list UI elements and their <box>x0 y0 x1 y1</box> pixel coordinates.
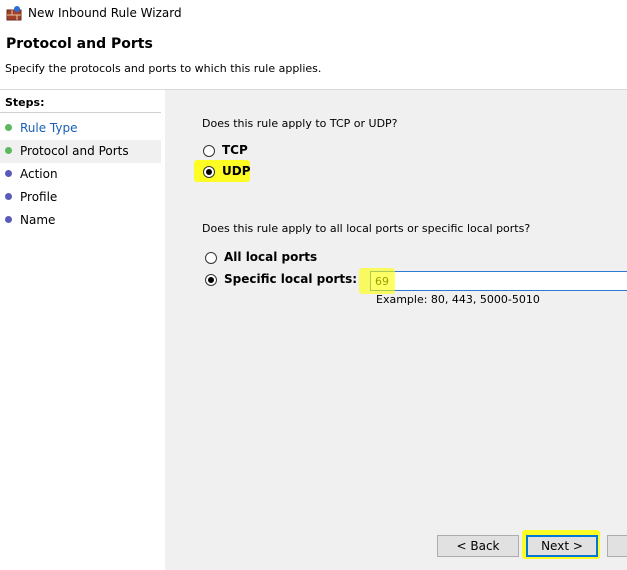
window-title: New Inbound Rule Wizard <box>28 6 182 20</box>
title-bar: New Inbound Rule Wizard <box>0 0 627 27</box>
step-label: Rule Type <box>20 121 78 135</box>
all-local-ports-option[interactable]: All local ports <box>205 250 365 270</box>
protocol-question: Does this rule apply to TCP or UDP? <box>202 117 398 130</box>
steps-heading: Steps: <box>5 96 45 109</box>
ports-example: Example: 80, 443, 5000-5010 <box>376 293 540 306</box>
step-pending-icon <box>5 193 12 200</box>
udp-radio[interactable] <box>203 166 215 178</box>
step-rule-type[interactable]: Rule Type <box>0 117 161 140</box>
firewall-icon <box>6 6 22 21</box>
step-label: Profile <box>20 190 58 204</box>
step-name: Name <box>0 209 161 232</box>
step-label: Protocol and Ports <box>20 144 129 158</box>
local-ports-input[interactable] <box>370 271 627 291</box>
all-local-ports-radio[interactable] <box>205 252 217 264</box>
next-button[interactable]: Next > <box>526 535 598 557</box>
step-current-icon <box>5 147 12 154</box>
step-pending-icon <box>5 170 12 177</box>
steps-divider <box>0 112 161 113</box>
tcp-label: TCP <box>222 143 248 157</box>
specific-local-ports-radio[interactable] <box>205 274 217 286</box>
step-action: Action <box>0 163 161 186</box>
step-done-icon <box>5 124 12 131</box>
back-button[interactable]: < Back <box>437 535 519 557</box>
main-panel: Does this rule apply to TCP or UDP? TCP … <box>165 90 627 570</box>
step-pending-icon <box>5 216 12 223</box>
wizard-header: Protocol and Ports Specify the protocols… <box>0 27 627 90</box>
step-protocol-and-ports: Protocol and Ports <box>0 140 161 163</box>
ports-question: Does this rule apply to all local ports … <box>202 222 531 235</box>
page-subtitle: Specify the protocols and ports to which… <box>5 62 322 75</box>
udp-label: UDP <box>222 164 251 178</box>
step-profile: Profile <box>0 186 161 209</box>
all-local-ports-label: All local ports <box>224 250 318 264</box>
finish-button[interactable] <box>607 535 627 557</box>
specific-local-ports-option[interactable]: Specific local ports: <box>205 272 365 292</box>
step-label: Action <box>20 167 58 181</box>
page-title: Protocol and Ports <box>6 36 153 52</box>
steps-sidebar: Steps: Rule Type Protocol and Ports Acti… <box>0 90 165 570</box>
specific-local-ports-label: Specific local ports: <box>224 272 358 286</box>
udp-radio-option[interactable]: UDP <box>203 164 263 184</box>
step-label: Name <box>20 213 56 227</box>
tcp-radio[interactable] <box>203 145 215 157</box>
